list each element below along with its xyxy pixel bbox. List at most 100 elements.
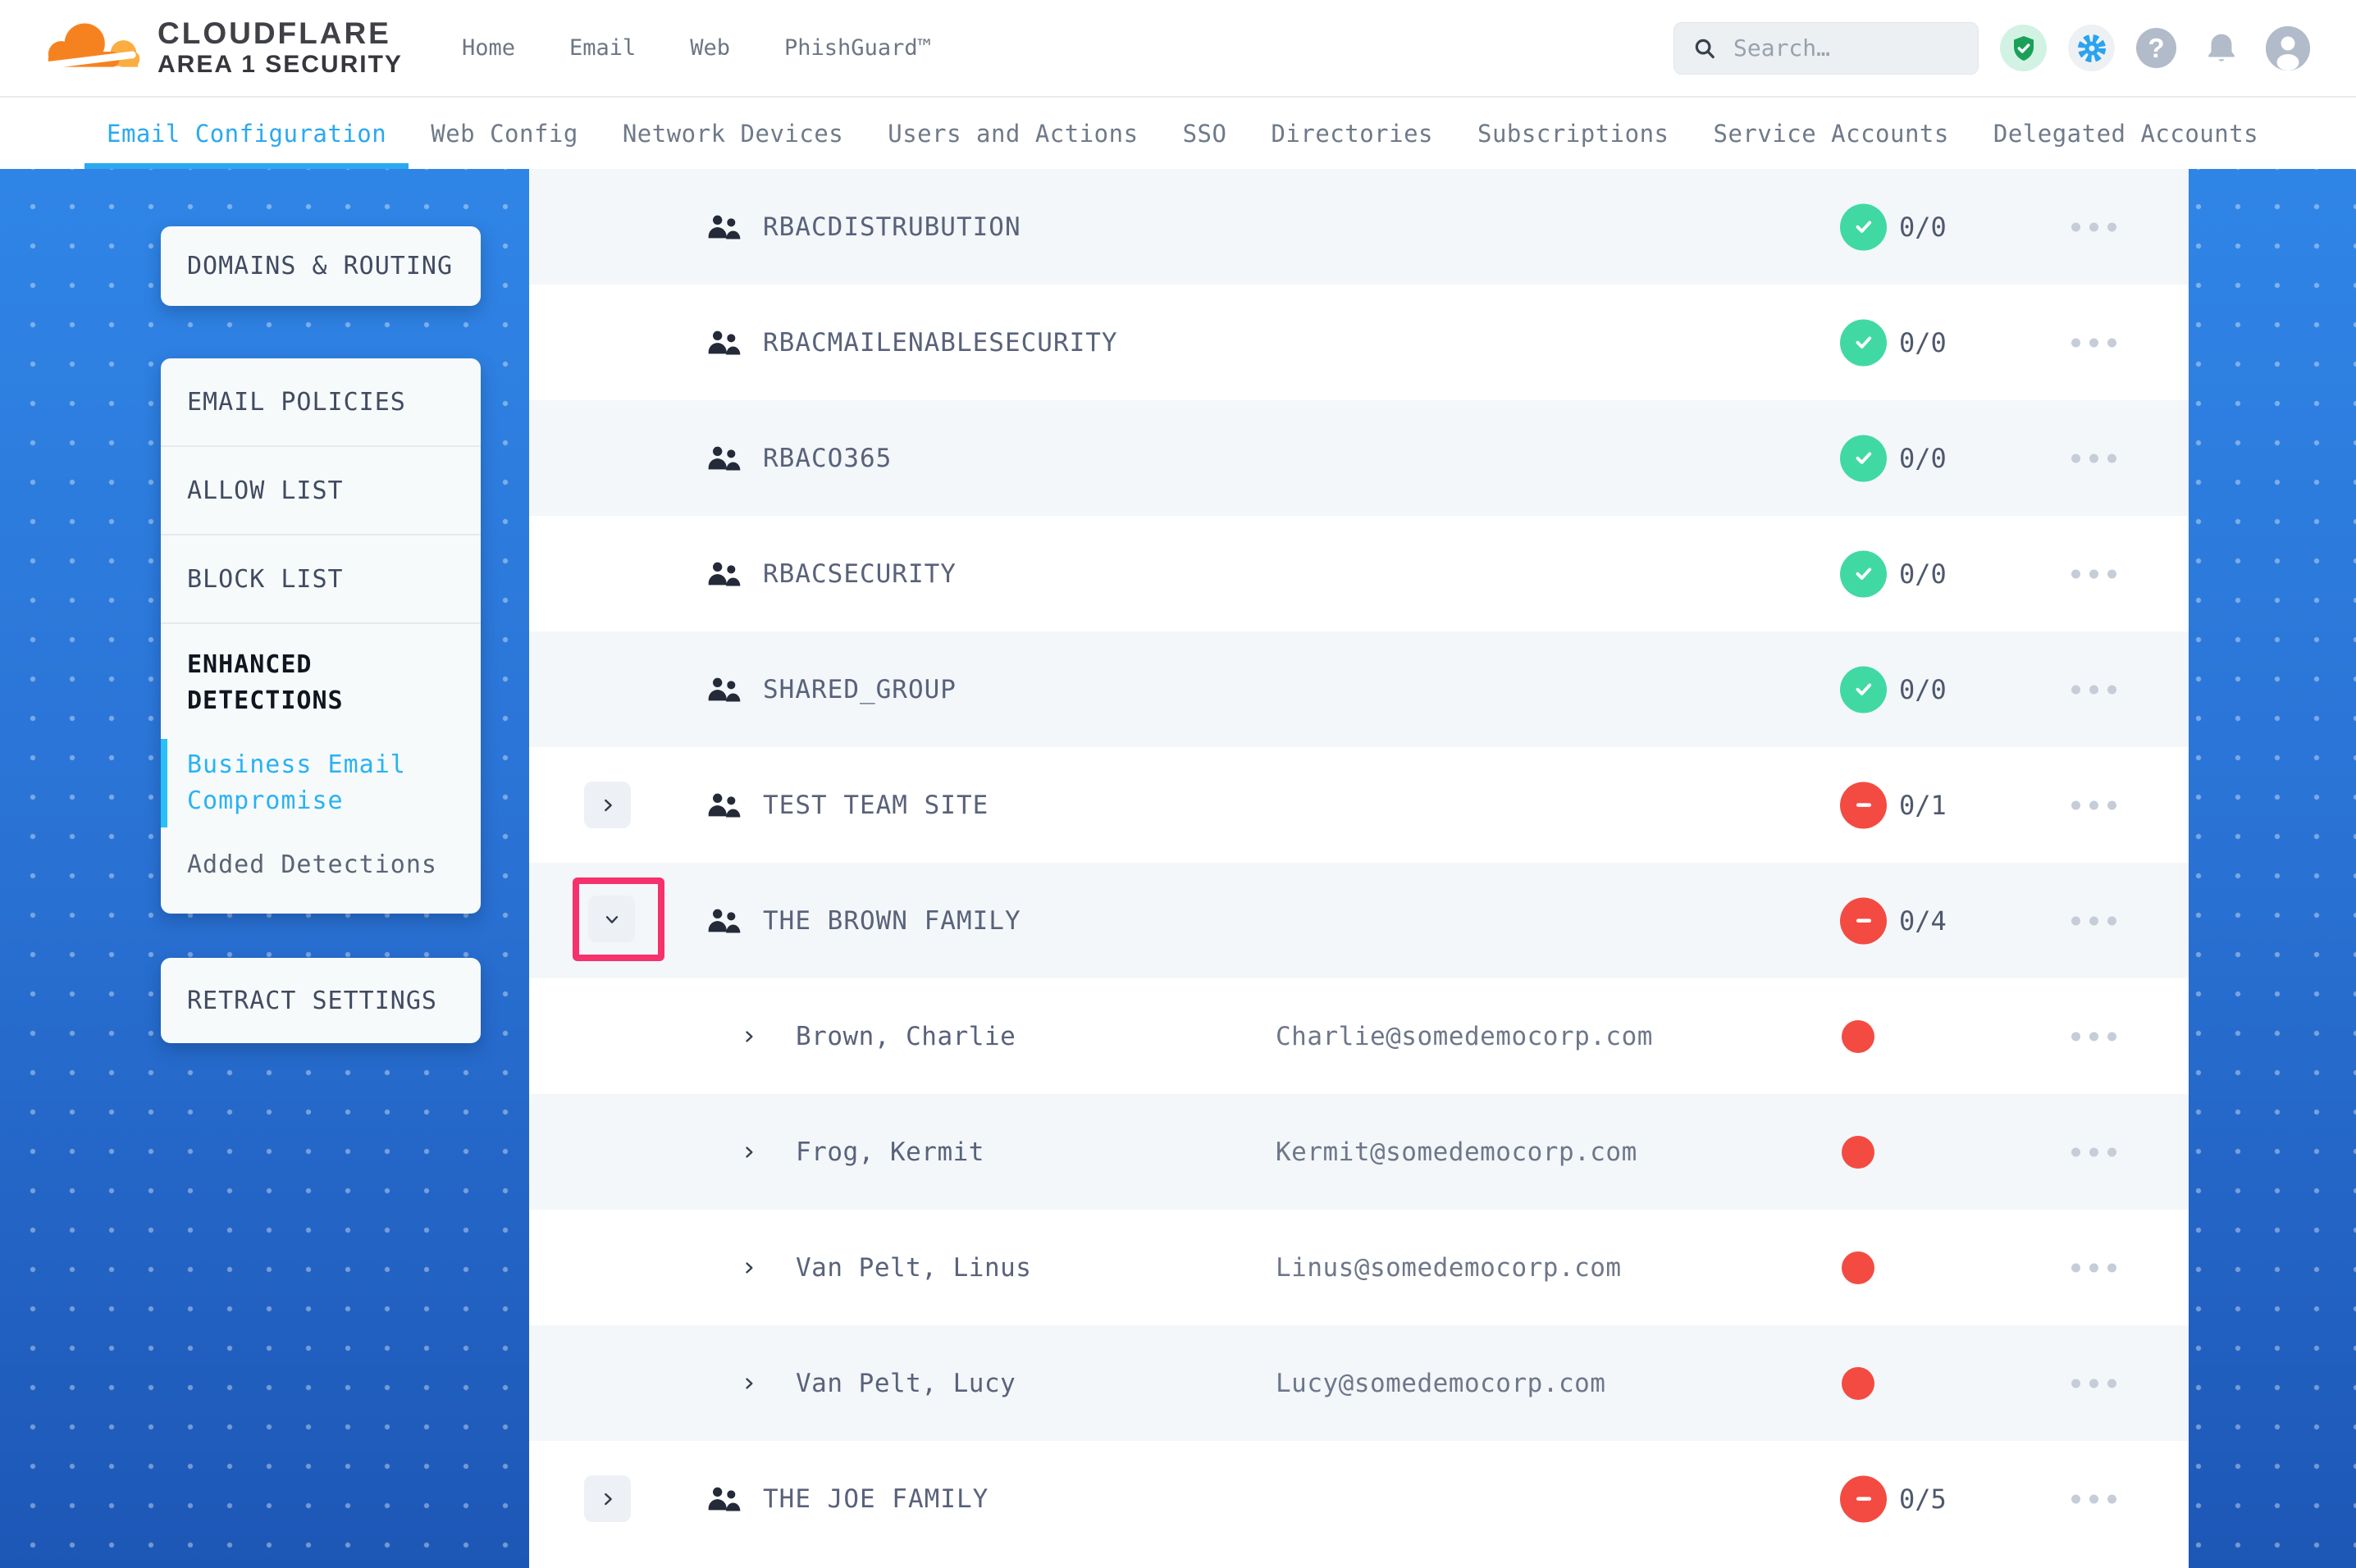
row-actions-button[interactable] (2071, 800, 2116, 809)
table-row-the-joe-family: THE JOE FAMILY0/5 (529, 1441, 2189, 1557)
group-count: 0/0 (1899, 212, 1947, 243)
group-people-icon (705, 211, 742, 244)
table-row-rbaco365: RBACO3650/0 (529, 400, 2189, 516)
nav-item-phishguard[interactable]: PhishGuard™ (784, 35, 931, 61)
row-actions-button[interactable] (2071, 569, 2116, 578)
row-actions-button[interactable] (2071, 338, 2116, 347)
tab-directories[interactable]: Directories (1249, 98, 1455, 169)
expand-group-button[interactable] (584, 1475, 631, 1522)
tab-sso[interactable]: SSO (1161, 98, 1249, 169)
group-count: 0/0 (1899, 558, 1947, 590)
status-minus-icon (1840, 897, 1887, 944)
sidebar-card-retract-settings[interactable]: RETRACT SETTINGS (161, 958, 481, 1043)
cloudflare-cloud-icon (43, 17, 148, 80)
help-icon[interactable]: ? (2136, 28, 2176, 68)
sidebar-item-email-policies[interactable]: EMAIL POLICIES (161, 358, 481, 445)
chevron-down-icon (603, 910, 621, 928)
group-people-icon (705, 673, 742, 706)
group-name: SHARED_GROUP (763, 675, 957, 704)
status-minus-icon (1840, 782, 1887, 828)
group-count: 0/0 (1899, 443, 1947, 474)
group-name: THE BROWN FAMILY (763, 906, 1021, 936)
collapse-group-button[interactable] (588, 896, 635, 942)
sidebar-item-block-list[interactable]: BLOCK LIST (161, 536, 481, 622)
table-row-brown-charlie: Brown, Charlie Charlie@somedemocorp.com (529, 978, 2189, 1094)
sidebar-card-domains-routing[interactable]: DOMAINS & ROUTING (161, 226, 481, 306)
member-chevron-right-icon[interactable] (741, 1260, 757, 1276)
brand-tagline: AREA 1 SECURITY (158, 50, 403, 80)
chevron-right-icon (599, 796, 617, 814)
row-actions-button[interactable] (2071, 1147, 2116, 1156)
chevron-right-icon (599, 1490, 617, 1508)
group-people-icon (705, 442, 742, 475)
settings-gear-icon[interactable] (2068, 25, 2115, 71)
search-icon (1692, 36, 1717, 61)
sidebar-item-allow-list[interactable]: ALLOW LIST (161, 447, 481, 534)
table-row-frog-kermit: Frog, Kermit Kermit@somedemocorp.com (529, 1094, 2189, 1210)
sidebar-card-policies: EMAIL POLICIESALLOW LISTBLOCK LIST ENHAN… (161, 358, 481, 914)
tab-web-config[interactable]: Web Config (409, 98, 600, 169)
tab-email-configuration[interactable]: Email Configuration (84, 98, 409, 169)
config-tabbar: Email ConfigurationWeb ConfigNetwork Dev… (0, 98, 2356, 169)
member-name: Van Pelt, Linus (796, 1253, 1031, 1283)
brand-wordmark: CLOUDFLARE AREA 1 SECURITY (158, 17, 403, 80)
row-actions-button[interactable] (2071, 1032, 2116, 1041)
status-minus-icon (1840, 1475, 1887, 1522)
member-email: Lucy@somedemocorp.com (1276, 1369, 1605, 1398)
search-box[interactable] (1673, 22, 1979, 75)
sidebar-item-added-detections[interactable]: Added Detections (161, 826, 481, 884)
member-chevron-right-icon[interactable] (741, 1375, 757, 1392)
member-email: Charlie@somedemocorp.com (1276, 1022, 1653, 1051)
row-actions-button[interactable] (2071, 454, 2116, 463)
nav-item-email[interactable]: Email (569, 35, 636, 61)
member-chevron-right-icon[interactable] (741, 1028, 757, 1045)
nav-item-home[interactable]: Home (462, 35, 515, 61)
group-count: 0/0 (1899, 674, 1947, 705)
tab-delegated-accounts[interactable]: Delegated Accounts (1971, 98, 2281, 169)
account-person-icon[interactable] (2266, 26, 2310, 71)
group-people-icon (705, 558, 742, 590)
cloudflare-logo[interactable]: CLOUDFLARE AREA 1 SECURITY (0, 17, 403, 80)
table-row-test-team-site: TEST TEAM SITE0/1 (529, 747, 2189, 863)
row-actions-button[interactable] (2071, 916, 2116, 925)
group-name: RBACDISTRUBUTION (763, 212, 1021, 242)
row-actions-button[interactable] (2071, 1494, 2116, 1503)
group-name: RBACSECURITY (763, 559, 957, 589)
status-dot-icon (1842, 1251, 1874, 1284)
retract-settings-label: RETRACT SETTINGS (187, 987, 437, 1015)
status-dot-icon (1842, 1136, 1874, 1169)
main-nav: Home Email Web PhishGuard™ (462, 35, 931, 61)
member-email: Kermit@somedemocorp.com (1276, 1137, 1637, 1167)
table-row-the-brown-family: THE BROWN FAMILY0/4 (529, 863, 2189, 978)
group-people-icon (705, 1483, 742, 1516)
expand-group-button[interactable] (584, 782, 631, 828)
nav-item-web[interactable]: Web (690, 35, 730, 61)
tab-network-devices[interactable]: Network Devices (600, 98, 865, 169)
row-actions-button[interactable] (2071, 222, 2116, 231)
tab-service-accounts[interactable]: Service Accounts (1692, 98, 1971, 169)
row-actions-button[interactable] (2071, 1379, 2116, 1388)
status-check-icon (1840, 203, 1887, 250)
shield-check-icon[interactable] (2000, 25, 2047, 71)
status-check-icon (1840, 666, 1887, 713)
table-row-van-pelt-lucy: Van Pelt, LucyLucy@somedemocorp.com (529, 1325, 2189, 1441)
tab-subscriptions[interactable]: Subscriptions (1455, 98, 1691, 169)
sidebar-item-business-email-compromise[interactable]: Business Email Compromise (161, 741, 481, 826)
header-right-cluster: ? (1673, 22, 2356, 75)
row-actions-button[interactable] (2071, 1263, 2116, 1272)
group-people-icon (705, 789, 742, 822)
table-row-rbacsecurity: RBACSECURITY 0/0 (529, 516, 2189, 631)
notifications-bell-icon[interactable] (2198, 25, 2244, 71)
member-name: Frog, Kermit (796, 1137, 984, 1167)
search-input[interactable] (1732, 34, 1960, 62)
row-actions-button[interactable] (2071, 685, 2116, 694)
group-name: TEST TEAM SITE (763, 791, 989, 820)
member-name: Brown, Charlie (796, 1022, 1016, 1051)
table-row-shared-group: SHARED_GROUP 0/0 (529, 631, 2189, 747)
groups-table: RBACDISTRUBUTION0/0RBACMAILENABLESECURIT… (529, 169, 2189, 1568)
tab-users-and-actions[interactable]: Users and Actions (865, 98, 1160, 169)
status-check-icon (1840, 319, 1887, 366)
group-count: 0/5 (1899, 1484, 1947, 1515)
member-chevron-right-icon[interactable] (741, 1144, 757, 1160)
top-header: CLOUDFLARE AREA 1 SECURITY Home Email Web P… (0, 0, 2356, 98)
